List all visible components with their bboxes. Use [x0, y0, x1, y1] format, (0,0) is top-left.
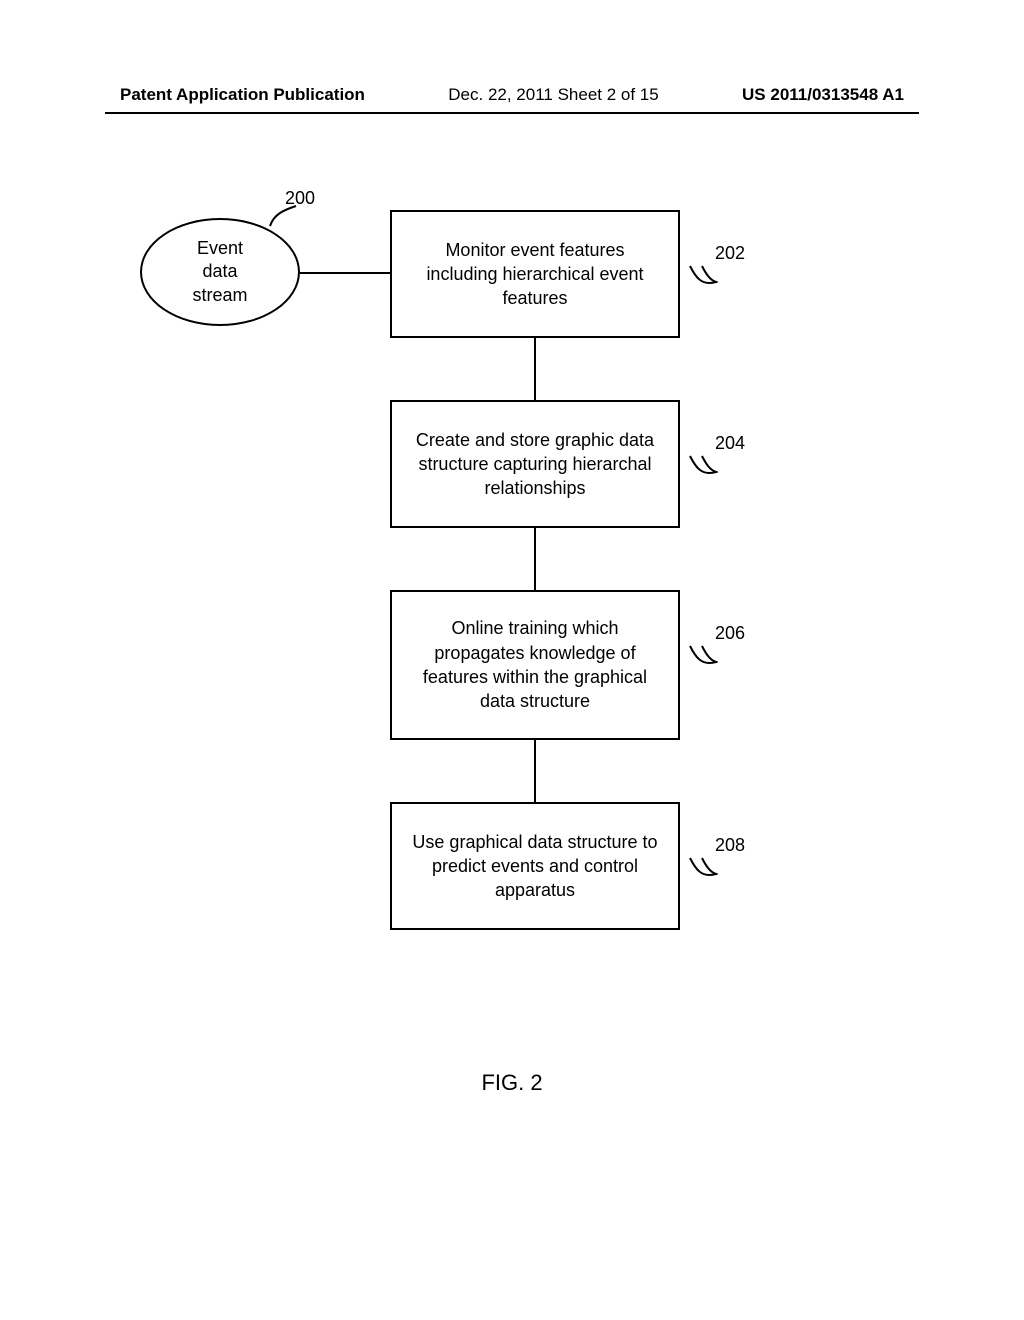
header-center: Dec. 22, 2011 Sheet 2 of 15	[448, 85, 658, 105]
figure-label: FIG. 2	[0, 1070, 1024, 1096]
connector-204-to-206	[534, 528, 536, 590]
header-divider	[105, 112, 919, 114]
reference-curve-200	[268, 204, 298, 228]
reference-number-204: 204	[715, 433, 745, 454]
header-left: Patent Application Publication	[120, 85, 365, 105]
reference-number-202: 202	[715, 243, 745, 264]
reference-number-206: 206	[715, 623, 745, 644]
ellipse-text: Event data stream	[192, 237, 247, 307]
reference-curve-206	[688, 644, 718, 668]
box-208-text: Use graphical data structure to predict …	[410, 830, 660, 903]
reference-curve-204	[688, 454, 718, 478]
process-box-208: Use graphical data structure to predict …	[390, 802, 680, 930]
box-206-text: Online training which propagates knowled…	[410, 616, 660, 713]
box-202-text: Monitor event features including hierarc…	[410, 238, 660, 311]
reference-curve-202	[688, 264, 718, 288]
process-box-204: Create and store graphic data structure …	[390, 400, 680, 528]
reference-number-208: 208	[715, 835, 745, 856]
page-header: Patent Application Publication Dec. 22, …	[0, 85, 1024, 105]
box-204-text: Create and store graphic data structure …	[410, 428, 660, 501]
event-data-stream-node: Event data stream	[140, 218, 300, 326]
header-right: US 2011/0313548 A1	[742, 85, 904, 105]
connector-ellipse-to-202	[300, 272, 390, 274]
process-box-202: Monitor event features including hierarc…	[390, 210, 680, 338]
process-box-206: Online training which propagates knowled…	[390, 590, 680, 740]
connector-206-to-208	[534, 740, 536, 802]
connector-202-to-204	[534, 338, 536, 400]
reference-curve-208	[688, 856, 718, 880]
